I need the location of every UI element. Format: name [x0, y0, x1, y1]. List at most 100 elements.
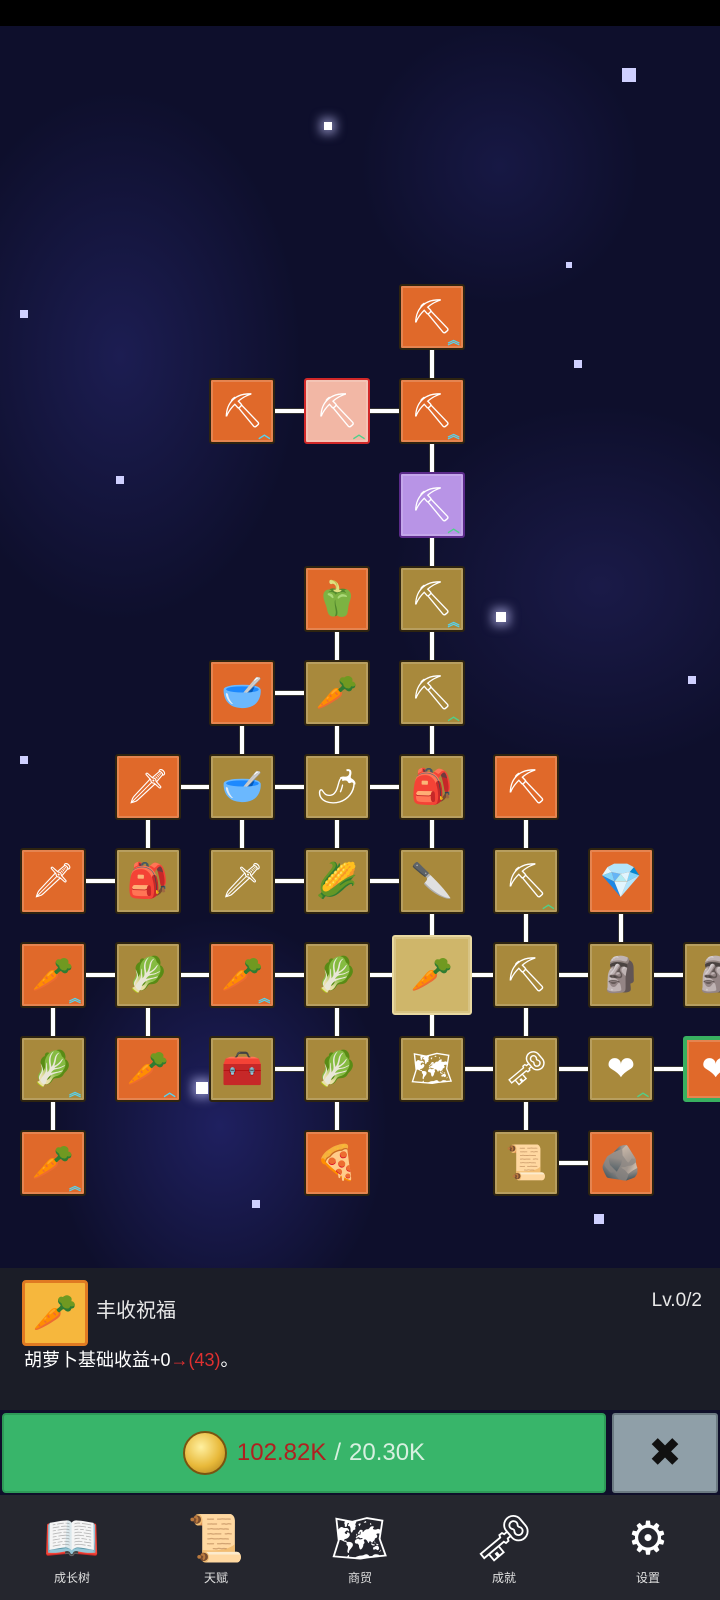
scroll-icon: 📜 [187, 1511, 245, 1565]
shovel-icon: ⛏ [410, 391, 454, 431]
skill-node[interactable]: ⛏ [493, 942, 560, 1008]
skill-node[interactable]: 🥣 [209, 754, 276, 820]
level-chevron-icon: ︽ [68, 991, 81, 1006]
level-chevron-icon: ︿ [447, 709, 460, 724]
tree-link [555, 1066, 592, 1072]
skill-node[interactable]: 🥕 ︽ [20, 1130, 86, 1196]
heart-icon: ❤ [701, 1049, 720, 1089]
cabbage-icon: 🥬 [31, 1049, 75, 1089]
skill-node[interactable]: 📜 [493, 1130, 560, 1196]
tree-link [334, 1004, 340, 1040]
skill-node[interactable]: ⛏ ︽ [398, 284, 465, 350]
coins-owned: 102.82K [236, 1439, 327, 1466]
nav-item[interactable]: 📖 成长树 [0, 1495, 144, 1600]
skill-node[interactable]: 💎 [588, 848, 655, 914]
shovel-icon: ⛏ [220, 391, 264, 431]
corn-icon: 🌽 [315, 861, 359, 901]
tree-link [82, 972, 119, 978]
nav-item[interactable]: 🗺 商贸 [288, 1495, 432, 1600]
skill-node[interactable]: ⛏ ︿ [398, 660, 465, 726]
skill-node[interactable]: 🥬 ︽ [20, 1036, 86, 1102]
skill-node[interactable]: 🥕 [304, 660, 370, 726]
skill-title: 丰收祝福 [96, 1300, 176, 1322]
cost-separator: / [334, 1439, 341, 1466]
skill-node[interactable]: ⛏ ︿ [304, 378, 370, 444]
skill-node[interactable]: 🥕 ︽ [20, 942, 86, 1008]
skill-node[interactable]: ❤︿ [682, 1036, 720, 1102]
skill-node[interactable]: 🧰 [209, 1036, 276, 1102]
skill-node[interactable]: ⛏ ︿ [398, 472, 465, 538]
skill-node[interactable]: 🗿 [588, 942, 655, 1008]
tree-link [271, 1066, 308, 1072]
level-chevron-icon: ︽ [447, 427, 460, 442]
skill-node[interactable]: 🥣 [209, 660, 276, 726]
bowl-icon: 🥣 [221, 673, 264, 713]
level-chevron-icon: ︿ [542, 897, 555, 912]
skill-node[interactable]: ⛏ ︽ [398, 378, 465, 444]
skill-node[interactable]: 🪨 [588, 1130, 655, 1196]
skill-node[interactable]: ⛏ ︽ [398, 566, 465, 632]
tree-link [144, 816, 151, 852]
skill-node[interactable]: 🥕 ︽ [209, 942, 276, 1008]
level-chevron-icon: ︿ [447, 521, 460, 536]
carrot-icon: 🥕 [221, 955, 264, 995]
skill-node[interactable]: 🍕 [304, 1130, 370, 1196]
skill-node[interactable]: 🔪 [398, 848, 465, 914]
skill-node[interactable]: 🌶 [304, 754, 370, 820]
cabbage-icon: 🥬 [126, 955, 169, 995]
skill-node[interactable]: ⛏ [493, 754, 560, 820]
tree-link [460, 1066, 498, 1072]
shovel-icon: ⛏ [410, 485, 454, 525]
nav-item[interactable]: 📜 天赋 [144, 1495, 288, 1600]
level-chevron-icon: ︽ [68, 1179, 81, 1194]
carrot-icon: 🥕 [31, 1143, 75, 1183]
skill-node[interactable]: 🗡 [209, 848, 276, 914]
carrot-icon: 🥕 [410, 955, 453, 995]
nav-item[interactable]: 🗝 成就 [432, 1495, 576, 1600]
tree-link [428, 816, 435, 852]
level-chevron-icon: ︽ [447, 615, 460, 630]
skill-node[interactable]: 🥬 [114, 942, 181, 1008]
carrot-icon: 🥕 [22, 1280, 88, 1346]
carrot-icon: 🥕 [126, 1049, 169, 1089]
shovel-icon: ⛏ [315, 391, 359, 431]
level-chevron-icon: ︿ [352, 427, 365, 442]
close-icon: ✖ [648, 1430, 682, 1476]
skill-node[interactable]: 🎒 [398, 754, 465, 820]
skill-level: Lv.0/2 [651, 1290, 702, 1311]
tree-link [428, 628, 435, 664]
nav-label: 天赋 [203, 1571, 228, 1585]
ore-icon: 🪨 [599, 1143, 643, 1183]
skill-node[interactable]: ❤︿ [588, 1036, 655, 1102]
tree-link [366, 878, 403, 884]
skill-node[interactable]: 🫑 [304, 566, 370, 632]
nav-item[interactable]: ⚙ 设置 [576, 1495, 720, 1600]
skill-node[interactable]: 🗝 [493, 1036, 560, 1102]
skill-node[interactable]: ⛏ ︿ [209, 378, 276, 444]
tree-link [144, 1004, 151, 1040]
sword-icon: 🗡 [220, 861, 264, 901]
crystal-icon: 💎 [599, 861, 643, 901]
level-chevron-icon: ︿ [637, 1085, 650, 1100]
skill-node[interactable]: 🎒 [114, 848, 181, 914]
coin-icon [182, 1431, 227, 1475]
upgrade-cost: 20.30K [349, 1439, 426, 1466]
key-icon: 🗝 [504, 1049, 548, 1089]
skill-node[interactable]: 🥬 [304, 1036, 370, 1102]
skill-node[interactable]: 🌽 [304, 848, 370, 914]
skill-node[interactable]: 🗡 [20, 848, 86, 914]
skill-node[interactable]: ⛏ ︿ [493, 848, 560, 914]
heart-icon: ❤ [606, 1049, 636, 1089]
map-icon: 🗺 [410, 1049, 454, 1089]
skill-node[interactable]: 🗡 [114, 754, 181, 820]
skill-node[interactable]: 🥕 ︿ [114, 1036, 181, 1102]
backpack-icon: 🎒 [126, 861, 169, 901]
close-button[interactable]: ✖ [612, 1413, 718, 1493]
skill-node[interactable]: 🥬 [304, 942, 370, 1008]
skill-node[interactable]: 🗿 [682, 942, 720, 1008]
skill-node[interactable]: 🗺 [398, 1036, 465, 1102]
pepper-icon: 🫑 [315, 579, 359, 619]
upgrade-button[interactable]: 102.82K / 20.30K [2, 1413, 606, 1493]
skill-description: 胡萝卜基础收益+0→(43)。 [24, 1350, 239, 1370]
skill-node[interactable]: 🥕 [391, 935, 472, 1015]
